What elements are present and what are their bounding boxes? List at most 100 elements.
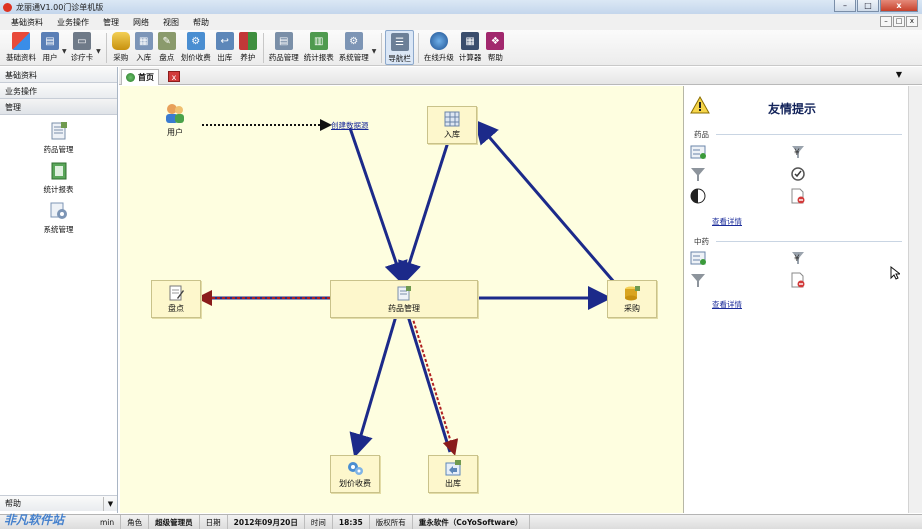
dropdown-arrow-icon[interactable]: ▼ [372,48,377,55]
link-drug-stockout [406,315,452,453]
mdi-close-button[interactable]: x [906,16,918,27]
toolbar-system-button[interactable]: ⚙ 系统管理 [337,30,371,63]
node-billing[interactable]: 划价收费 [330,455,380,493]
status-copyright-value: 重永软件（CoYoSoftware） [413,514,530,529]
checklist-icon[interactable] [690,250,706,266]
menu-operations[interactable]: 业务操作 [50,17,96,28]
toolbar-maintenance-button[interactable]: 养护 [237,30,259,63]
checklist-icon[interactable] [690,144,706,160]
tips-details-link-herbal[interactable]: 查看详情 [712,299,742,310]
node-billing-label: 划价收费 [339,479,371,488]
toolbar-separator [105,33,107,63]
toolbar-stock-in-button[interactable]: ▦ 入库 [133,30,155,63]
node-purchase-label: 采购 [624,304,640,313]
node-purchase[interactable]: 采购 [607,280,657,318]
node-stock-out[interactable]: 出库 [428,455,478,493]
menu-basic-data[interactable]: 基础资料 [4,17,50,28]
filter-icon[interactable] [690,272,706,288]
toolbar-navigation-button[interactable]: ☰ 导航栏 [385,30,414,65]
document-delete-icon[interactable] [790,272,806,288]
tab-menu-arrow-icon[interactable]: ▼ [896,70,902,79]
menu-help[interactable]: 帮助 [186,17,216,28]
status-date-label: 日期 [200,514,228,529]
toolbar-label: 帮助 [487,53,503,62]
yen-filter-icon[interactable]: ¥ [790,144,806,160]
node-drug-management-label: 药品管理 [388,304,420,313]
left-navigation-panel: 基础资料 业务操作 管理 药品管理 统计报表 系统管理 帮助 ▼ [0,67,118,513]
grid-icon: ▦ [134,32,153,50]
card-icon: ▭ [72,32,91,50]
toolbar-stock-out-button[interactable]: ↩ 出库 [214,30,236,63]
nav-header-management[interactable]: 管理 [0,99,117,115]
menu-management[interactable]: 管理 [96,17,126,28]
node-drug-management[interactable]: 药品管理 [330,280,478,318]
filter-icon[interactable] [690,166,706,182]
menu-network[interactable]: 网络 [126,17,156,28]
toolbar-billing-button[interactable]: ⚙ 划价收费 [179,30,213,63]
node-inventory[interactable]: 盘点 [151,280,201,318]
cylinder-icon [111,32,130,50]
workflow-canvas: 用户 创建数据源 入库 盘点 药品管理 采购 划价收费 出库 [120,86,684,513]
link-purchase-stockin [474,119,616,283]
toolbar-label: 计算器 [458,53,482,62]
drug-doc-icon [49,121,69,141]
close-button[interactable]: x [880,0,918,12]
link-datasource-drug [348,127,408,286]
dropdown-arrow-icon[interactable]: ▼ [62,48,67,55]
toolbar-calculator-button[interactable]: ▦ 计算器 [457,30,484,63]
nav-item-drug-management[interactable]: 药品管理 [0,121,117,155]
toolbar-label: 统计报表 [303,53,334,62]
dropdown-arrow-icon[interactable]: ▼ [96,48,101,55]
cylinder-icon [624,285,640,301]
menu-view[interactable]: 视图 [156,17,186,28]
toolbar-label: 诊疗卡 [70,53,94,62]
section-divider [716,134,902,135]
mdi-minimize-button[interactable]: – [880,16,892,27]
nav-item-system[interactable]: 系统管理 [0,201,117,235]
create-datasource-link[interactable]: 创建数据源 [331,120,369,131]
toolbar-help-button[interactable]: ❖ 帮助 [484,30,506,63]
tab-home[interactable]: 首页 [121,69,159,85]
tips-section-drugs: 药品 [694,130,709,139]
nav-item-reports[interactable]: 统计报表 [0,161,117,195]
mdi-restore-button[interactable]: □ [893,16,905,27]
toolbar-update-button[interactable]: 在线升级 [422,30,456,63]
toolbar-label: 划价收费 [180,53,211,62]
tab-home-label: 首页 [138,73,154,82]
toolbar-drug-management-button[interactable]: ▤ 药品管理 [267,30,301,63]
half-circle-icon[interactable] [690,188,706,204]
nav-header-operations[interactable]: 业务操作 [0,83,117,99]
tips-details-link-drugs[interactable]: 查看详情 [712,216,742,227]
globe-icon [429,32,448,50]
nav-header-basic-data[interactable]: 基础资料 [0,67,117,83]
node-user[interactable]: 用户 [160,102,190,138]
document-delete-icon[interactable] [790,188,806,204]
pencil-doc-icon: ✎ [157,32,176,50]
pencil-doc-icon [168,285,184,301]
toolbar-purchase-button[interactable]: 采购 [110,30,132,63]
nav-item-label: 药品管理 [43,145,74,154]
chevron-down-icon[interactable]: ▼ [103,496,117,511]
toolbar-label: 出库 [217,53,233,62]
toolbar-basic-data-button[interactable]: 基础资料 [4,30,38,63]
yen-filter-icon[interactable]: ¥ [790,250,806,266]
toolbar-reports-button[interactable]: ▥ 统计报表 [302,30,336,63]
toolbar-user-button[interactable]: ▤ 用户 [39,30,61,63]
link-drug-stockout-red [411,315,459,456]
minimize-button[interactable]: – [834,0,856,12]
title-bar: 龙丽通V1.00门诊单机版 – □ x [0,0,922,14]
nav-bottom-help[interactable]: 帮助 ▼ [0,495,117,511]
maximize-button[interactable]: □ [857,0,879,12]
home-icon [126,73,135,82]
user-card-icon: ▤ [41,32,59,50]
calculator-icon: ▦ [461,32,480,50]
tab-close-button[interactable]: x [168,71,180,82]
toolbar-card-button[interactable]: ▭ 诊疗卡 [69,30,96,63]
clock-check-icon[interactable] [790,166,806,182]
chart-doc-icon [49,161,69,181]
node-stock-in[interactable]: 入库 [427,106,477,144]
toolbar-inventory-button[interactable]: ✎ 盘点 [156,30,178,63]
return-icon: ↩ [215,32,234,50]
status-role-value: 超级管理员 [149,514,200,529]
help-book-icon: ❖ [486,32,505,50]
